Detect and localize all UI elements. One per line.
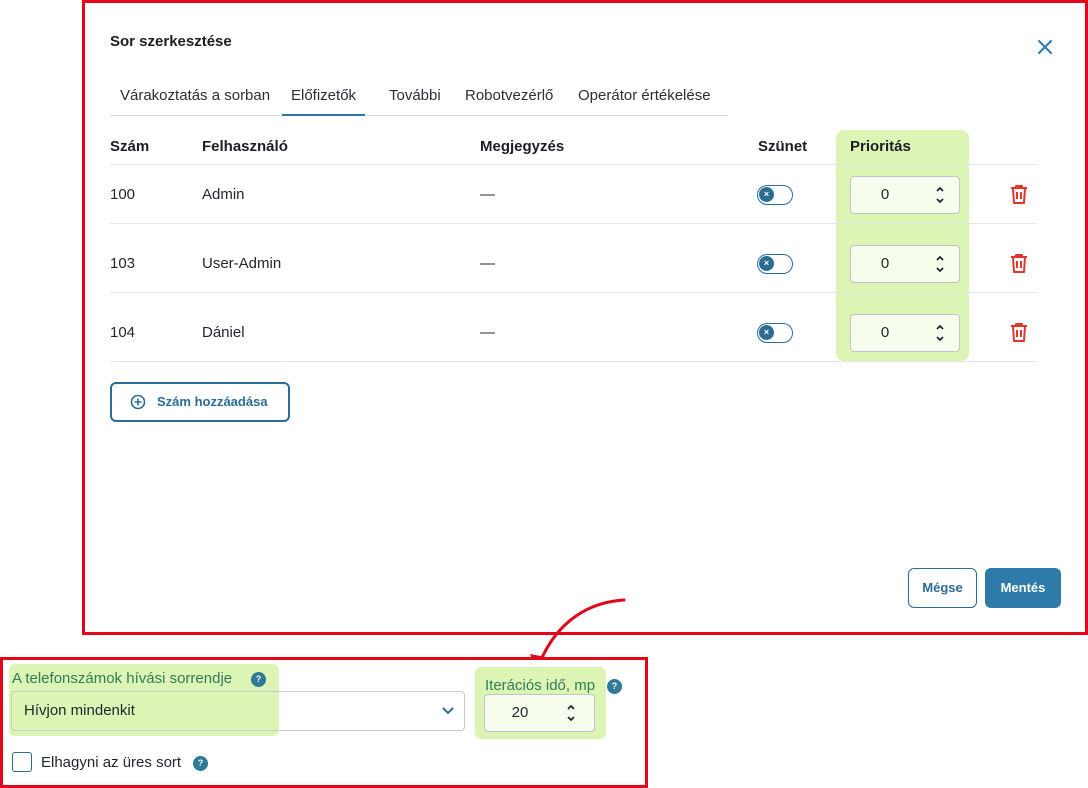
- call-order-select[interactable]: Hívjon mindenkit: [11, 691, 465, 731]
- trash-icon[interactable]: [1008, 183, 1030, 205]
- tab-subscribers[interactable]: Előfizetők: [282, 87, 366, 116]
- tab-operator-rating[interactable]: Operátor értékelése: [578, 87, 711, 116]
- row-divider: [110, 361, 1037, 362]
- stepper-arrows-icon[interactable]: [566, 702, 576, 724]
- call-order-value: Hívjon mindenkit: [24, 702, 135, 719]
- column-header-pause: Szünet: [758, 138, 808, 155]
- dialog-title: Sor szerkesztése: [110, 33, 232, 50]
- priority-stepper[interactable]: 0: [850, 245, 960, 283]
- row-divider: [110, 292, 1037, 293]
- priority-stepper[interactable]: 0: [850, 314, 960, 352]
- add-number-button[interactable]: Szám hozzáadása: [110, 382, 290, 422]
- pause-toggle[interactable]: ×: [757, 254, 793, 274]
- header-divider: [110, 164, 1037, 165]
- edit-queue-dialog: Sor szerkesztése Várakoztatás a sorban E…: [82, 0, 1088, 635]
- pause-toggle[interactable]: ×: [757, 185, 793, 205]
- tab-robot-control[interactable]: Robotvezérlő: [465, 87, 553, 116]
- save-button[interactable]: Mentés: [985, 568, 1061, 608]
- pause-toggle[interactable]: ×: [757, 323, 793, 343]
- priority-value[interactable]: 0: [851, 315, 919, 351]
- stepper-arrows-icon[interactable]: [935, 253, 945, 275]
- priority-value[interactable]: 0: [851, 177, 919, 213]
- row-note: —: [480, 255, 495, 272]
- skip-empty-label: Elhagyni az üres sort: [41, 754, 182, 771]
- plus-circle-icon: [130, 394, 146, 410]
- stepper-arrows-icon[interactable]: [935, 184, 945, 206]
- toggle-off-icon: ×: [759, 325, 774, 340]
- tab-queue-waiting[interactable]: Várakoztatás a sorban: [120, 87, 270, 116]
- column-header-number: Szám: [110, 138, 150, 155]
- toggle-off-icon: ×: [759, 256, 774, 271]
- trash-icon[interactable]: [1008, 252, 1030, 274]
- close-icon: [1038, 40, 1052, 54]
- row-user: Dániel: [202, 324, 245, 341]
- column-header-priority: Prioritás: [850, 138, 911, 155]
- row-number: 103: [110, 255, 136, 272]
- iteration-label: Iterációs idő, mp: [485, 677, 596, 694]
- column-header-user: Felhasználó: [202, 138, 288, 155]
- row-divider: [110, 223, 1037, 224]
- stepper-arrows-icon[interactable]: [935, 322, 945, 344]
- help-icon[interactable]: ?: [251, 672, 266, 687]
- help-icon[interactable]: ?: [607, 679, 622, 694]
- cancel-button[interactable]: Mégse: [908, 568, 977, 608]
- row-user: Admin: [202, 186, 245, 203]
- row-user: User-Admin: [202, 255, 282, 272]
- toggle-off-icon: ×: [759, 187, 774, 202]
- iteration-stepper[interactable]: 20: [484, 694, 595, 732]
- chevron-down-icon: [442, 707, 454, 715]
- priority-stepper[interactable]: 0: [850, 176, 960, 214]
- priority-value[interactable]: 0: [851, 246, 919, 282]
- close-button[interactable]: [1035, 37, 1055, 57]
- row-number: 100: [110, 186, 136, 203]
- column-header-note: Megjegyzés: [480, 138, 565, 155]
- queue-settings-panel: A telefonszámok hívási sorrendje ? Hívjo…: [0, 657, 648, 788]
- trash-icon[interactable]: [1008, 321, 1030, 343]
- add-number-label: Szám hozzáadása: [157, 394, 268, 409]
- row-note: —: [480, 186, 495, 203]
- row-number: 104: [110, 324, 136, 341]
- iteration-value[interactable]: 20: [485, 695, 555, 731]
- help-icon[interactable]: ?: [193, 756, 208, 771]
- tab-more[interactable]: További: [389, 87, 441, 116]
- skip-empty-checkbox[interactable]: [12, 752, 32, 772]
- tab-bar: Várakoztatás a sorban Előfizetők További…: [110, 79, 728, 116]
- call-order-label: A telefonszámok hívási sorrendje: [12, 670, 233, 687]
- row-note: —: [480, 324, 495, 341]
